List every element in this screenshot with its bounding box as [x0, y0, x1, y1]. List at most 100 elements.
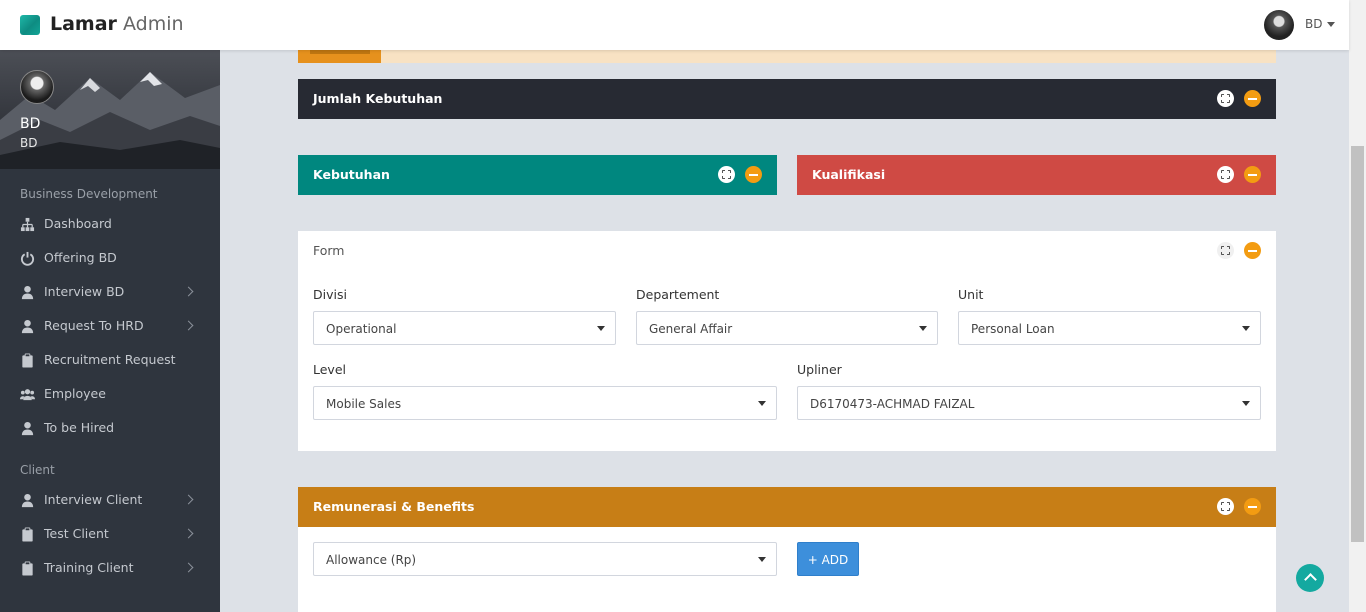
- user-menu-label: BD: [1305, 17, 1323, 31]
- back-to-top-button[interactable]: [1296, 564, 1324, 592]
- caret-down-icon: [1242, 401, 1250, 406]
- collapse-icon[interactable]: [1244, 166, 1261, 183]
- level-select[interactable]: Mobile Sales: [313, 386, 777, 420]
- chevron-right-icon: [183, 562, 194, 573]
- clipboard-icon: [22, 561, 33, 576]
- sidebar-item-label: Offering BD: [44, 250, 117, 265]
- alert-bar: [298, 50, 1276, 63]
- sidebar-item-label: Interview Client: [44, 492, 143, 507]
- mountain-background-image: [0, 72, 220, 169]
- expand-icon[interactable]: [1217, 166, 1234, 183]
- collapse-icon[interactable]: [745, 166, 762, 183]
- collapse-icon[interactable]: [1244, 90, 1261, 107]
- sidebar-item-label: Interview BD: [44, 284, 125, 299]
- scrollbar-thumb[interactable]: [1351, 146, 1364, 542]
- sidebar-item-label: Dashboard: [44, 216, 112, 231]
- caret-down-icon: [597, 326, 605, 331]
- select-value: Allowance (Rp): [326, 553, 417, 567]
- panel-title: Remunerasi & Benefits: [313, 499, 475, 514]
- sidebar-item-training-client[interactable]: Training Client: [0, 551, 220, 585]
- sitemap-icon: [20, 217, 35, 232]
- divisi-select[interactable]: Operational: [313, 311, 616, 345]
- sidebar-item-to-be-hired[interactable]: To be Hired: [0, 411, 220, 445]
- chevron-right-icon: [183, 494, 194, 505]
- select-value: Personal Loan: [971, 322, 1055, 336]
- sidebar-profile: BD BD: [0, 50, 220, 169]
- panel-kebutuhan-header: Kebutuhan: [298, 155, 777, 195]
- chevron-right-icon: [183, 528, 194, 539]
- menu-section-title: Business Development: [20, 187, 158, 201]
- user-menu-toggle[interactable]: BD: [1305, 17, 1336, 31]
- collapse-icon[interactable]: [1244, 498, 1261, 515]
- brand-title[interactable]: Lamar Admin: [50, 13, 184, 35]
- caret-down-icon: [758, 557, 766, 562]
- allowance-select[interactable]: Allowance (Rp): [313, 542, 777, 576]
- top-navbar: Lamar Admin BD: [0, 0, 1349, 50]
- power-icon: [20, 251, 35, 266]
- caret-down-icon: [919, 326, 927, 331]
- sidebar-item-interview-client[interactable]: Interview Client: [0, 483, 220, 517]
- panel-jumlah-kebutuhan-header: Jumlah Kebutuhan: [298, 79, 1276, 119]
- sidebar-item-label: To be Hired: [44, 420, 115, 435]
- add-button[interactable]: + ADD: [797, 542, 859, 576]
- sidebar-item-request-to-hrd[interactable]: Request To HRD: [0, 309, 220, 343]
- menu-section-title: Client: [20, 463, 55, 477]
- unit-select[interactable]: Personal Loan: [958, 311, 1261, 345]
- user-icon: [21, 421, 34, 436]
- sidebar: BD BD Business Development Dashboard Off…: [0, 50, 220, 612]
- user-icon: [21, 493, 34, 508]
- sidebar-item-label: Recruitment Request: [44, 352, 176, 367]
- sidebar-item-offering-bd[interactable]: Offering BD: [0, 241, 220, 275]
- panel-kualifikasi-header: Kualifikasi: [797, 155, 1276, 195]
- select-value: D6170473-ACHMAD FAIZAL: [810, 397, 975, 411]
- expand-icon[interactable]: [1217, 90, 1234, 107]
- expand-icon[interactable]: [1217, 498, 1234, 515]
- divisi-label: Divisi: [313, 287, 347, 302]
- user-icon: [21, 285, 34, 300]
- sidebar-item-label: Training Client: [44, 560, 134, 575]
- panel-remunerasi-header: Remunerasi & Benefits: [298, 487, 1276, 527]
- sidebar-user-role: BD: [20, 136, 38, 150]
- brand-suffix: Admin: [122, 13, 184, 35]
- upliner-label: Upliner: [797, 362, 842, 377]
- expand-icon[interactable]: [718, 166, 735, 183]
- upliner-select[interactable]: D6170473-ACHMAD FAIZAL: [797, 386, 1261, 420]
- sidebar-avatar[interactable]: [20, 70, 54, 104]
- sidebar-item-test-client[interactable]: Test Client: [0, 517, 220, 551]
- sidebar-item-dashboard[interactable]: Dashboard: [0, 207, 220, 241]
- level-label: Level: [313, 362, 346, 377]
- unit-label: Unit: [958, 287, 984, 302]
- select-value: Operational: [326, 322, 397, 336]
- select-value: Mobile Sales: [326, 397, 402, 411]
- panel-form: Form Divisi Operational Departement Gene…: [298, 231, 1276, 451]
- sidebar-item-recruitment-request[interactable]: Recruitment Request: [0, 343, 220, 377]
- user-icon: [21, 319, 34, 334]
- departement-select[interactable]: General Affair: [636, 311, 938, 345]
- collapse-icon[interactable]: [1244, 242, 1261, 259]
- alert-action-button[interactable]: [298, 50, 381, 63]
- caret-down-icon: [1242, 326, 1250, 331]
- departement-label: Departement: [636, 287, 720, 302]
- sidebar-item-label: Employee: [44, 386, 106, 401]
- panel-title: Form: [313, 243, 345, 258]
- expand-icon[interactable]: [1217, 242, 1234, 259]
- logo-icon[interactable]: [20, 15, 40, 35]
- caret-down-icon: [758, 401, 766, 406]
- caret-down-icon: [1327, 22, 1336, 27]
- sidebar-item-label: Test Client: [44, 526, 109, 541]
- clipboard-icon: [22, 527, 33, 542]
- clipboard-icon: [22, 353, 33, 368]
- sidebar-user-name: BD: [20, 116, 41, 132]
- panel-title: Jumlah Kebutuhan: [313, 91, 443, 106]
- panel-title: Kualifikasi: [812, 167, 886, 182]
- panel-title: Kebutuhan: [313, 167, 390, 182]
- sidebar-item-employee[interactable]: Employee: [0, 377, 220, 411]
- users-icon: [20, 389, 35, 401]
- sidebar-item-label: Request To HRD: [44, 318, 144, 333]
- sidebar-item-interview-bd[interactable]: Interview BD: [0, 275, 220, 309]
- brand-name: Lamar: [50, 13, 117, 35]
- chevron-right-icon: [183, 286, 194, 297]
- chevron-right-icon: [183, 320, 194, 331]
- user-avatar[interactable]: [1264, 10, 1294, 40]
- select-value: General Affair: [649, 322, 733, 336]
